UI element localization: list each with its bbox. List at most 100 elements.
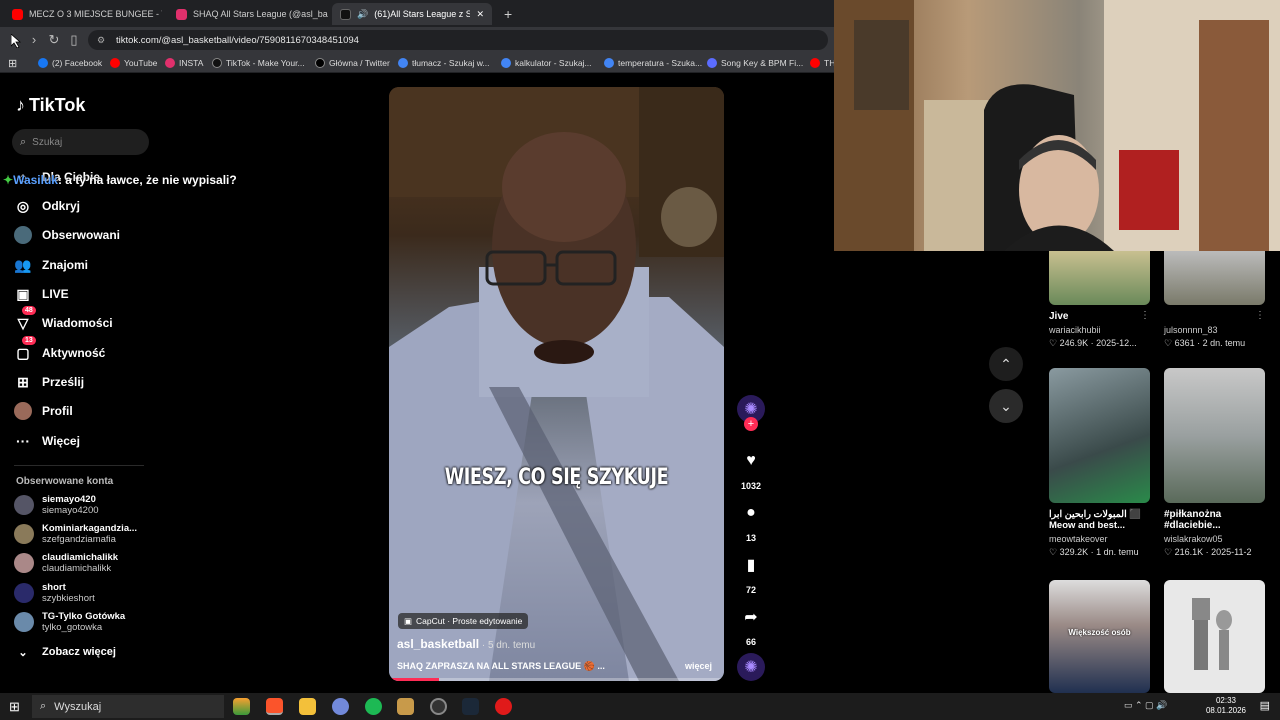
record-icon[interactable] <box>495 698 512 715</box>
recommended-video-card[interactable]: julsonnnn_83 ♡ 6361 · 2 dn. temu <box>1164 251 1265 349</box>
sidebar-item-more[interactable]: ··· Więcej <box>14 430 80 452</box>
bookmark-calculator[interactable]: kalkulator - Szukaj... <box>501 55 592 71</box>
video-thumbnail <box>1049 251 1150 305</box>
obs-icon[interactable] <box>430 698 447 715</box>
tab-label: (61)All Stars League z Shaquill <box>374 9 471 19</box>
followed-account[interactable]: TG-Tylko Gotówka tylko_gotowka <box>14 611 125 633</box>
sidebar-item-profile[interactable]: Profil <box>14 400 73 422</box>
avatar <box>14 524 34 544</box>
bookmark-label: Główna / Twitter <box>329 58 390 68</box>
sidebar-item-activity[interactable]: ▢ 13 Aktywność <box>14 336 105 364</box>
video-thumbnail <box>1164 580 1265 693</box>
bookmark-th[interactable]: TH <box>810 55 835 71</box>
recommended-video-card[interactable]: المبولات رابحين ابرا ⬛ Meow and best... … <box>1049 368 1154 558</box>
sound-disc-button[interactable]: ✺ <box>735 653 767 681</box>
spotify-icon[interactable] <box>365 698 382 715</box>
capcut-tag[interactable]: ▣ CapCut · Proste edytowanie <box>398 613 529 629</box>
video-author[interactable]: asl_basketball · 5 dn. temu <box>397 637 535 651</box>
recommended-video-card[interactable]: Większość osób <box>1049 580 1150 693</box>
bookmark-twitter[interactable]: Główna / Twitter <box>315 55 390 71</box>
chat-diamond-icon: ✦ <box>3 173 14 187</box>
new-tab-button[interactable]: + <box>496 3 516 25</box>
video-player[interactable]: WIESZ, CO SIĘ SZYKUJE ▣ CapCut · Proste e… <box>389 87 724 681</box>
discord-icon[interactable] <box>332 698 349 715</box>
bookmark-translator[interactable]: tłumacz - Szukaj w... <box>398 55 489 71</box>
bookmark-temperature[interactable]: temperatura - Szuka... <box>604 55 702 71</box>
bookmark-insta[interactable]: INSTA <box>165 55 203 71</box>
followed-account[interactable]: claudiamichalikk claudiamichalikk <box>14 552 118 574</box>
sidebar-item-friends[interactable]: 👥 Znajomi <box>14 254 88 276</box>
save-button[interactable]: ▮ 72 <box>735 551 767 595</box>
bookmark-label: INSTA <box>179 58 204 68</box>
bookmark-label: Song Key & BPM Fi... <box>721 58 804 68</box>
see-more-button[interactable]: ⌄ Zobacz więcej <box>14 641 116 663</box>
video-user: meowtakeover <box>1049 534 1108 544</box>
card-options-icon[interactable]: ⋮ <box>1255 310 1265 321</box>
browser-tab-1[interactable]: MECZ O 3 MIEJSCE BUNGEE - T7 SCI <box>4 3 162 25</box>
bookmark-icon[interactable]: ▯ <box>66 32 82 48</box>
sidebar-item-live[interactable]: ▣ LIVE <box>14 283 68 305</box>
windows-start-icon[interactable]: ⊞ <box>9 699 20 715</box>
video-frame <box>389 87 724 681</box>
followed-account[interactable]: short szybkieshort <box>14 582 95 604</box>
app-icon[interactable] <box>233 698 250 715</box>
comment-button[interactable]: ● 13 <box>735 499 767 543</box>
followed-accounts-title: Obserwowane konta <box>16 476 114 487</box>
bookmark-label: tłumacz - Szukaj w... <box>412 58 490 68</box>
browser-tab-2[interactable]: SHAQ All Stars League (@asl_basket <box>168 3 328 25</box>
creator-avatar-button[interactable]: ✺ + <box>735 395 767 431</box>
share-button[interactable]: ➦ 66 <box>735 603 767 647</box>
bookmark-youtube[interactable]: YouTube <box>110 55 157 71</box>
followed-account[interactable]: siemayo420 siemayo4200 <box>14 494 99 516</box>
brave-icon[interactable] <box>266 698 283 715</box>
followed-account[interactable]: Kominiarkagandzia... szefgandziamafia <box>14 523 137 545</box>
description-more-button[interactable]: więcej <box>685 661 712 671</box>
media-icon[interactable] <box>397 698 414 715</box>
webcam-overlay <box>834 0 1280 251</box>
sidebar-item-explore[interactable]: ◎ Odkryj <box>14 195 80 217</box>
recommended-video-card[interactable] <box>1164 580 1265 693</box>
like-button[interactable]: ♥ 1032 <box>735 447 767 491</box>
reload-button[interactable]: ↻ <box>46 32 62 48</box>
taskbar-search[interactable]: ⌕ Wyszukaj <box>32 695 224 718</box>
apps-grid-icon[interactable]: ⊞ <box>8 55 17 71</box>
steam-icon[interactable] <box>462 698 479 715</box>
site-info-icon[interactable]: ⚙ <box>97 35 105 46</box>
video-caption: WIESZ, CO SIĘ SZYKUJE <box>444 465 669 490</box>
search-input[interactable]: ⌕ Szukaj <box>12 129 149 155</box>
sidebar-item-following[interactable]: Obserwowani <box>14 224 120 246</box>
forward-button[interactable]: › <box>26 32 42 48</box>
close-tab-icon[interactable]: ✕ <box>476 9 484 20</box>
activity-badge: 13 <box>22 336 36 345</box>
recommended-video-card[interactable]: #piłkanożna #dlaciebie... wislakrakow05 … <box>1164 368 1269 558</box>
webcam-feed <box>834 0 1280 251</box>
sidebar-item-messages[interactable]: ▽ 48 Wiadomości <box>14 306 113 334</box>
recommended-video-card[interactable]: Jive wariacikhubii ♡ 246.9K · 2025-12... <box>1049 251 1154 349</box>
avatar <box>14 612 34 632</box>
previous-video-button[interactable]: ⌃ <box>989 347 1023 381</box>
video-meta: ♡ 329.2K · 1 dn. temu <box>1049 547 1139 557</box>
taskbar-clock[interactable]: 02:33 08.01.2026 <box>1206 696 1246 716</box>
address-bar[interactable]: ⚙ tiktok.com/@asl_basketball/video/75908… <box>88 30 828 50</box>
url-text: tiktok.com/@asl_basketball/video/7590811… <box>116 34 359 46</box>
songkey-icon <box>707 58 717 68</box>
next-video-button[interactable]: ⌄ <box>989 389 1023 423</box>
system-tray-icons[interactable]: ▭ ⌃ ▢ 🔊 <box>1124 700 1167 711</box>
chevron-down-icon: ⌄ <box>18 646 28 659</box>
browser-tab-active[interactable]: 🔊 (61)All Stars League z Shaquill ✕ <box>332 3 492 25</box>
activity-icon: ▢ 13 <box>14 336 36 362</box>
bookmark-songkey[interactable]: Song Key & BPM Fi... <box>707 55 803 71</box>
video-progress-bar[interactable] <box>389 678 724 681</box>
chevron-up-icon: ⌃ <box>1000 355 1012 372</box>
file-explorer-icon[interactable] <box>299 698 316 715</box>
notification-icon[interactable]: ▤ <box>1260 699 1270 712</box>
bookmark-facebook[interactable]: (2) Facebook <box>38 55 102 71</box>
card-options-icon[interactable]: ⋮ <box>1140 310 1150 321</box>
sidebar-item-upload[interactable]: ⊞ Prześlij <box>14 371 84 393</box>
google-icon <box>501 58 511 68</box>
video-date: 2 dn. temu <box>1202 338 1246 348</box>
avatar <box>14 495 34 515</box>
tiktok-logo[interactable]: ♪ TikTok <box>16 95 85 116</box>
follow-plus-icon[interactable]: + <box>744 417 758 431</box>
bookmark-tiktok[interactable]: TikTok - Make Your... <box>212 55 305 71</box>
